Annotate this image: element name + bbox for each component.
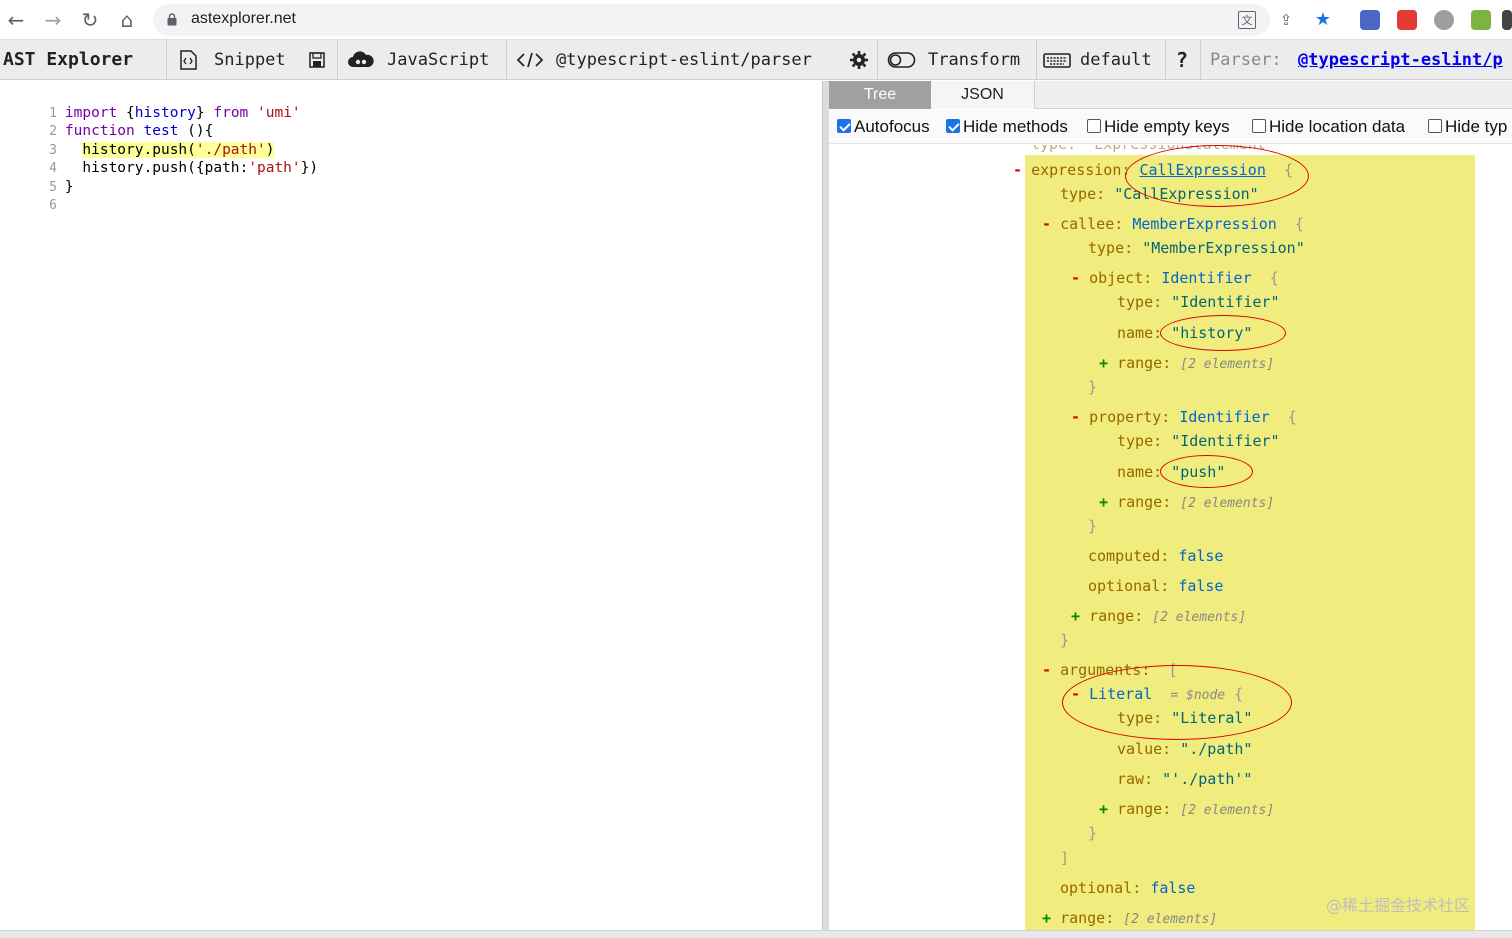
code-icon [517,52,543,68]
tree-row: } [1088,378,1098,396]
tree-row: optional: false [1060,879,1196,897]
hide-empty-keys-option[interactable]: Hide empty keys [1087,117,1230,137]
browser-chrome: ← → ↻ ⌂ astexplorer.net 文 ⇪ ★ [0,0,1512,40]
bookmark-star-icon[interactable]: ★ [1314,11,1332,29]
tree-row: computed: false [1088,547,1224,565]
keyboard-icon [1043,53,1071,68]
lock-icon [167,13,177,26]
toggle-off-icon[interactable] [887,50,917,70]
tree-row: optional: false [1088,577,1224,595]
code-line-highlighted: 3 history.push('./path') [49,141,275,158]
tree-row-range[interactable]: + range: [2 elements] [1099,798,1274,820]
tree-row-callee[interactable]: - callee: MemberExpression { [1042,213,1304,235]
home-icon[interactable]: ⌂ [115,8,139,32]
share-icon[interactable]: ⇪ [1277,11,1295,29]
hide-type-option[interactable]: Hide typ [1428,117,1507,137]
autofocus-option[interactable]: Autofocus [837,117,930,137]
output-tabs: Tree JSON [829,81,1512,109]
code-line: 6 [49,198,57,213]
tree-row: } [1088,824,1098,842]
tab-json[interactable]: JSON [931,81,1035,109]
keymap-select[interactable]: default [1080,40,1152,80]
extension-circle-icon[interactable] [1434,10,1454,30]
tree-row: value: "./path" [1117,740,1253,758]
hide-methods-checkbox[interactable] [946,119,960,133]
tree-row: raw: "'./path'" [1117,770,1253,788]
app-title: AST Explorer [3,49,134,70]
help-icon[interactable]: ? [1176,40,1188,80]
hide-location-data-checkbox[interactable] [1252,119,1266,133]
snippet-menu[interactable]: Snippet [214,40,286,80]
tree-row-range[interactable]: + range: [2 elements] [1042,907,1217,929]
app-toolbar: AST Explorer Snippet JavaScript @typescr… [0,40,1512,80]
reload-icon[interactable]: ↻ [78,8,102,32]
annotation-ellipse [1160,315,1286,351]
parser-link[interactable]: @typescript-eslint/p [1298,40,1503,80]
translate-icon[interactable]: 文 [1238,11,1256,29]
extension-partial-icon[interactable] [1502,10,1512,30]
pane-splitter[interactable] [822,81,829,930]
forward-arrow-icon[interactable]: → [41,8,65,32]
hide-methods-option[interactable]: Hide methods [946,117,1068,137]
hide-type-checkbox[interactable] [1428,119,1442,133]
autofocus-checkbox[interactable] [837,119,851,133]
tree-row-object[interactable]: - object: Identifier { [1071,267,1279,289]
tree-row: ] [1060,849,1070,867]
tree-row: type: "Identifier" [1117,432,1280,450]
extension-fe-icon[interactable] [1397,10,1417,30]
code-line: 1 import {history} from 'umi' [49,104,301,121]
tree-options: Autofocus Hide methods Hide empty keys H… [829,110,1512,144]
annotation-ellipse [1125,145,1309,207]
bottom-bar [0,930,1512,938]
tree-row: } [1060,631,1070,649]
tree-row: } [1088,517,1098,535]
url-text[interactable]: astexplorer.net [191,10,296,28]
gear-icon[interactable] [848,50,870,70]
tree-row-range[interactable]: + range: [2 elements] [1099,491,1274,513]
annotation-ellipse [1160,455,1253,488]
parser-label: Parser: [1210,50,1282,70]
back-arrow-icon[interactable]: ← [4,8,28,32]
watermark: @稀土掘金技术社区 [1326,896,1471,915]
tree-row-property[interactable]: - property: Identifier { [1071,406,1297,428]
extension-plant-icon[interactable] [1471,10,1491,30]
transform-toggle[interactable]: Transform [928,40,1020,80]
hide-empty-keys-checkbox[interactable] [1087,119,1101,133]
code-line: 5} [49,178,74,195]
parser-select[interactable]: @typescript-eslint/parser [556,40,812,80]
code-line: 4 history.push({path:'path'}) [49,160,319,176]
language-select[interactable]: JavaScript [387,40,489,80]
snippet-file-icon [180,50,197,70]
tree-row: type: "Identifier" [1117,293,1280,311]
cloud-icon [348,51,374,67]
tab-tree[interactable]: Tree [829,81,931,109]
output-panel: Tree JSON Autofocus Hide methods Hide em… [829,81,1512,930]
ast-tree: type: "ExpressionStatement" - expression… [829,145,1512,930]
address-bar[interactable]: astexplorer.net 文 ⇪ ★ [153,4,1331,36]
annotation-ellipse [1062,665,1292,740]
extension-shield-icon[interactable] [1360,10,1380,30]
code-editor[interactable]: 1 import {history} from 'umi' 2 function t… [0,81,822,930]
hide-location-data-option[interactable]: Hide location data [1252,117,1405,137]
code-line: 2 function test (){ [49,123,214,139]
save-icon[interactable] [306,50,328,70]
tree-row: type: "MemberExpression" [1088,239,1305,257]
tree-row-range[interactable]: + range: [2 elements] [1099,352,1274,374]
tree-row-range[interactable]: + range: [2 elements] [1071,605,1246,627]
